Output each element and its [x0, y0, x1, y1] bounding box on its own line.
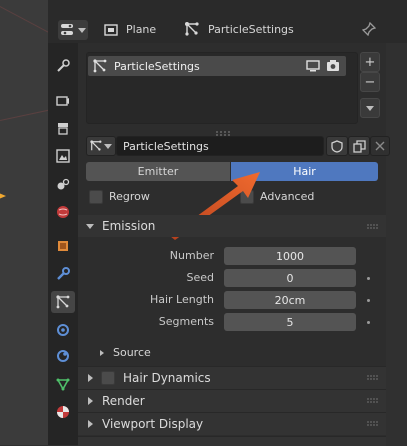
particle-icon	[185, 22, 199, 36]
scene-icon	[57, 178, 70, 190]
viewport-3d[interactable]	[0, 0, 48, 445]
hair-length-field[interactable]: 20cm	[224, 291, 356, 309]
render-icon	[56, 96, 69, 106]
chevron-right-icon	[88, 420, 93, 428]
tab-render[interactable]	[51, 89, 75, 111]
close-icon	[375, 141, 385, 151]
screen-icon[interactable]	[306, 60, 320, 72]
source-subpanel-header[interactable]: Source	[100, 346, 151, 359]
render-panel-header[interactable]: Render	[78, 389, 386, 412]
editor-type-icon	[60, 24, 73, 35]
tab-object[interactable]	[51, 235, 75, 257]
chevron-down-icon	[104, 143, 112, 149]
animate-hair-length-dot[interactable]	[367, 299, 370, 302]
list-resize-grip[interactable]	[216, 126, 230, 136]
hair-length-label: Hair Length	[149, 293, 214, 306]
number-field[interactable]: 1000	[224, 247, 356, 265]
list-item-label: ParticleSettings	[114, 59, 200, 73]
settings-name: ParticleSettings	[208, 23, 294, 36]
viewport-line	[0, 107, 48, 121]
drag-handle-icon[interactable]	[367, 224, 378, 230]
settings-name-field[interactable]: ParticleSettings	[116, 136, 324, 156]
object-props-icon	[58, 241, 68, 251]
tab-particles[interactable]	[51, 291, 75, 313]
chevron-down-icon	[366, 105, 374, 111]
object-origin-icon	[0, 193, 6, 199]
tab-view-layer[interactable]	[51, 145, 75, 167]
emission-panel-header[interactable]: Emission	[78, 215, 386, 237]
browse-settings-button[interactable]	[86, 136, 116, 156]
physics-icon	[57, 324, 69, 336]
tab-scene[interactable]	[51, 173, 75, 195]
editor-type-button[interactable]	[58, 20, 88, 40]
world-icon	[57, 206, 69, 218]
mesh-data-icon	[56, 378, 70, 391]
hair-dynamics-panel-header[interactable]: Hair Dynamics	[78, 366, 386, 389]
copy-icon	[352, 139, 366, 153]
tab-modifiers[interactable]	[51, 263, 75, 285]
material-icon	[57, 406, 69, 418]
pin-icon[interactable]	[362, 22, 376, 36]
animate-segments-dot[interactable]	[367, 321, 370, 324]
tab-tool[interactable]	[51, 55, 75, 77]
remove-particle-system-button[interactable]: −	[360, 72, 380, 92]
camera-icon[interactable]	[326, 59, 340, 72]
constraints-icon	[57, 350, 69, 362]
tab-physics[interactable]	[51, 319, 75, 341]
number-label: Number	[169, 249, 214, 262]
chevron-right-icon	[88, 397, 93, 405]
chevron-right-icon	[100, 349, 104, 356]
wrench-icon	[57, 267, 70, 280]
segments-label: Segments	[158, 315, 214, 328]
render-title: Render	[102, 394, 145, 408]
tab-data[interactable]	[51, 373, 75, 395]
drag-handle-icon[interactable]	[367, 375, 378, 381]
duplicate-settings-button[interactable]	[348, 136, 370, 156]
shield-icon	[331, 139, 343, 153]
tab-material[interactable]	[51, 401, 75, 423]
properties-tabs	[48, 43, 78, 445]
object-icon	[104, 24, 118, 36]
particle-icon	[93, 59, 107, 73]
chevron-down-icon	[77, 27, 86, 33]
tab-output[interactable]	[51, 117, 75, 139]
output-icon	[58, 123, 68, 135]
viewport-line	[0, 6, 48, 36]
animate-seed-dot[interactable]	[367, 277, 370, 280]
add-particle-system-button[interactable]: +	[360, 52, 380, 72]
tool-icon	[57, 59, 70, 72]
source-label: Source	[113, 346, 151, 359]
drag-handle-icon[interactable]	[367, 421, 378, 427]
tab-world[interactable]	[51, 201, 75, 223]
chevron-right-icon	[88, 374, 93, 382]
emission-title: Emission	[102, 219, 156, 233]
side-scrollbar[interactable]	[386, 43, 407, 445]
viewport-display-panel-header[interactable]: Viewport Display	[78, 412, 386, 435]
chevron-down-icon	[86, 223, 94, 229]
segments-field[interactable]: 5	[224, 313, 356, 331]
regrow-checkbox[interactable]	[89, 190, 103, 204]
unlink-settings-button[interactable]	[370, 136, 390, 156]
seed-label: Seed	[186, 271, 215, 284]
list-specials-button[interactable]	[360, 98, 380, 118]
fake-user-button[interactable]	[326, 136, 348, 156]
particle-icon	[90, 140, 102, 151]
viewport-display-title: Viewport Display	[102, 417, 204, 431]
particles-tab-icon	[56, 295, 70, 309]
regrow-label: Regrow	[109, 190, 150, 203]
object-name: Plane	[126, 23, 157, 36]
view-layer-icon	[56, 149, 70, 163]
settings-datablock: ParticleSettings	[86, 136, 390, 156]
tab-constraints[interactable]	[51, 345, 75, 367]
seed-field[interactable]: 0	[224, 269, 356, 287]
properties-header: Plane ParticleSettings	[56, 17, 386, 43]
hair-dynamics-checkbox[interactable]	[101, 371, 115, 385]
list-item[interactable]: ParticleSettings	[88, 56, 346, 76]
hair-dynamics-title: Hair Dynamics	[123, 371, 211, 385]
drag-handle-icon[interactable]	[367, 398, 378, 404]
